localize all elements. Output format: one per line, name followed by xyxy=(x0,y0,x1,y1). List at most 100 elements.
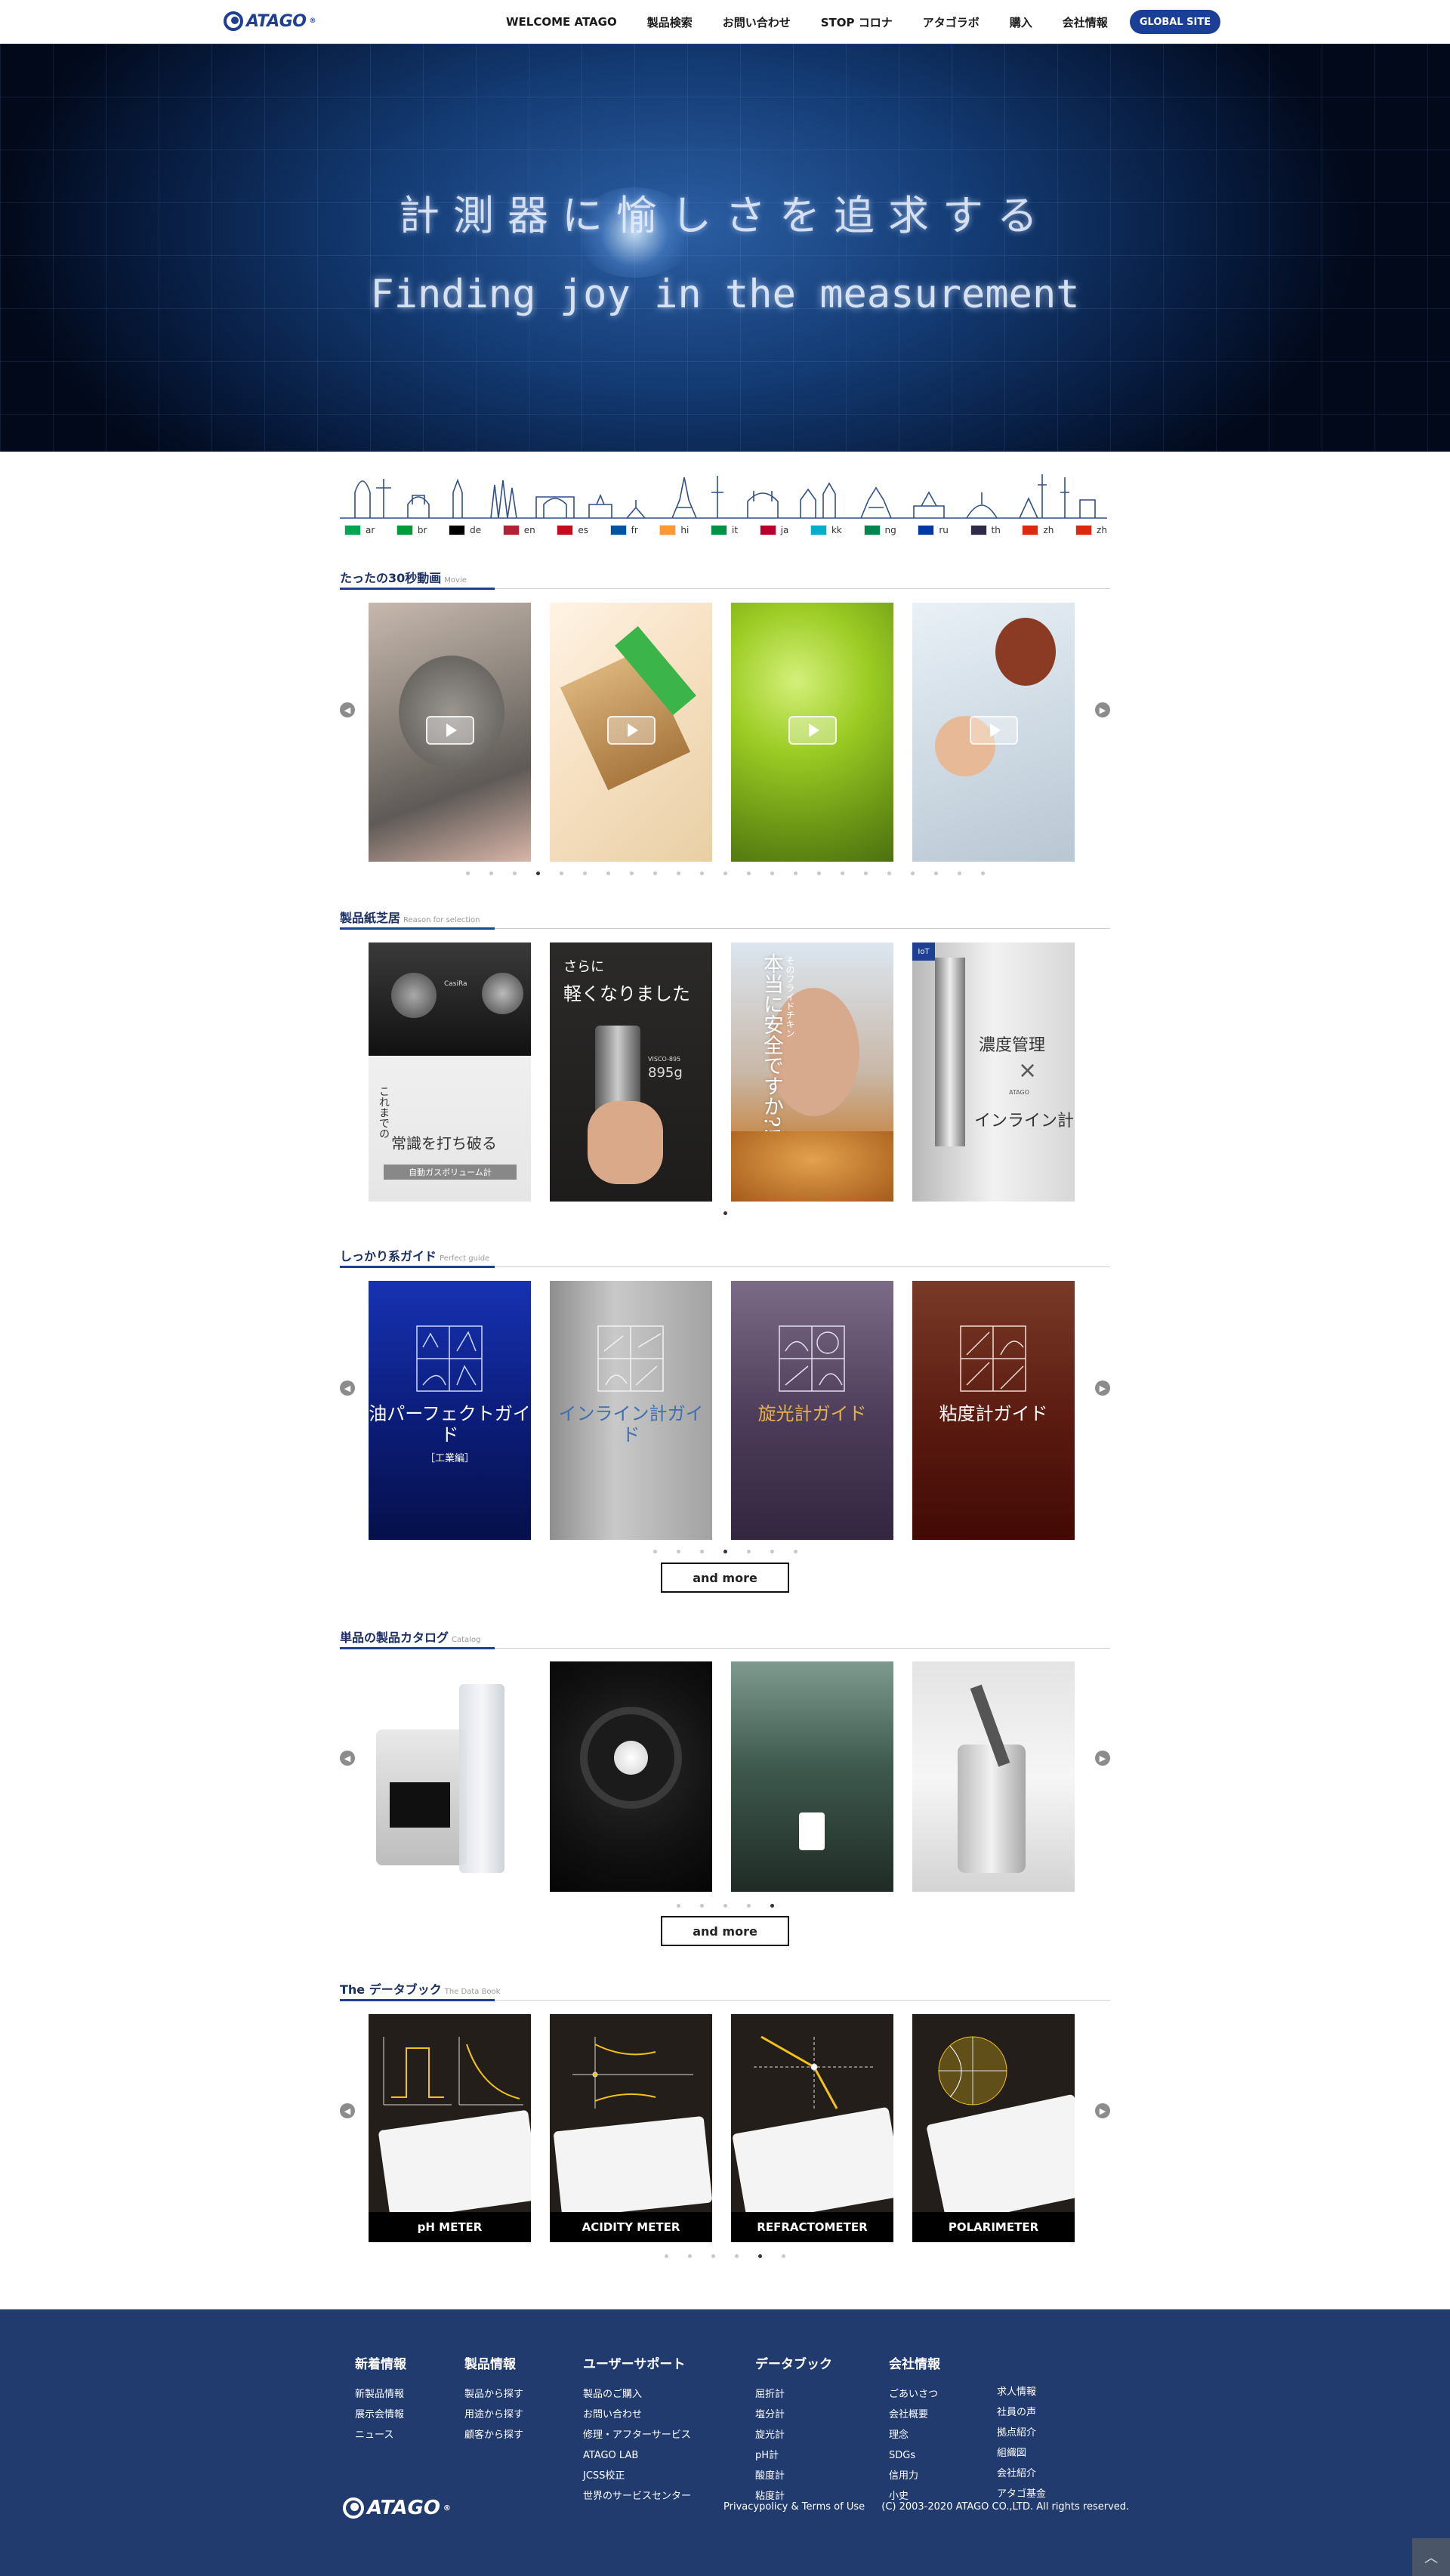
carousel-dot[interactable] xyxy=(746,1904,751,1908)
lang-kk[interactable]: kk xyxy=(810,525,842,535)
footer-link[interactable]: 会社概要 xyxy=(889,2405,940,2425)
carousel-dot-active[interactable] xyxy=(770,1904,774,1908)
carousel-dot[interactable] xyxy=(746,872,751,875)
privacy-policy-link[interactable]: Privacypolicy & Terms of Use xyxy=(723,2501,865,2513)
lang-zh-2[interactable]: zh xyxy=(1075,525,1107,535)
footer-link[interactable]: ニュース xyxy=(355,2425,406,2445)
carousel-dot[interactable] xyxy=(910,872,915,875)
footer-link[interactable]: 信用力 xyxy=(889,2466,940,2486)
carousel-dot[interactable] xyxy=(652,1550,657,1553)
carousel-dot-active[interactable] xyxy=(723,1211,727,1215)
lang-es[interactable]: es xyxy=(557,525,588,535)
shibai-card-lighter[interactable]: さらに 軽くなりました VISCO-895 895g xyxy=(550,942,712,1202)
carousel-dot-active[interactable] xyxy=(758,2254,762,2258)
lang-en[interactable]: en xyxy=(502,525,535,535)
footer-link[interactable]: 新製品情報 xyxy=(355,2384,406,2405)
guide-card-polarimeter[interactable]: 旋光計ガイド xyxy=(731,1281,893,1540)
carousel-dot[interactable] xyxy=(957,872,961,875)
carousel-dot[interactable] xyxy=(676,1904,680,1908)
carousel-dot[interactable] xyxy=(840,872,844,875)
guide-and-more-button[interactable]: and more xyxy=(661,1563,789,1593)
lang-ar[interactable]: ar xyxy=(344,525,375,535)
lang-it[interactable]: it xyxy=(711,525,738,535)
next-arrow-icon[interactable]: ▶ xyxy=(1095,1381,1110,1396)
footer-link[interactable]: 用途から探す xyxy=(464,2405,523,2425)
play-icon[interactable] xyxy=(607,716,656,745)
footer-heading[interactable]: ユーザーサポート xyxy=(583,2353,691,2372)
carousel-dot[interactable] xyxy=(699,1550,704,1553)
carousel-dot[interactable] xyxy=(582,872,587,875)
lang-ja[interactable]: ja xyxy=(759,525,788,535)
prev-arrow-icon[interactable]: ◀ xyxy=(340,1751,355,1766)
video-card-grapes[interactable] xyxy=(731,603,893,862)
lang-hi[interactable]: hi xyxy=(659,525,689,535)
footer-link[interactable]: 酸度計 xyxy=(755,2466,832,2486)
nav-atago-lab[interactable]: アタゴラボ xyxy=(908,14,995,30)
lang-th[interactable]: th xyxy=(970,525,1001,535)
back-to-top-chevron-up-icon[interactable]: ︿ xyxy=(1412,2538,1450,2576)
carousel-dot[interactable] xyxy=(723,872,727,875)
carousel-dot[interactable] xyxy=(863,872,868,875)
nav-product-search[interactable]: 製品検索 xyxy=(632,14,708,30)
databook-card-polarimeter[interactable]: POLARIMETER xyxy=(912,2014,1075,2242)
carousel-dot[interactable] xyxy=(676,1550,680,1553)
carousel-dot[interactable] xyxy=(933,872,938,875)
prev-arrow-icon[interactable]: ◀ xyxy=(340,702,355,717)
footer-link[interactable]: 展示会情報 xyxy=(355,2405,406,2425)
guide-card-viscometer[interactable]: 粘度計ガイド xyxy=(912,1281,1075,1540)
lang-zh[interactable]: zh xyxy=(1022,525,1054,535)
carousel-dot[interactable] xyxy=(770,872,774,875)
prev-arrow-icon[interactable]: ◀ xyxy=(340,2103,355,2118)
play-icon[interactable] xyxy=(426,716,474,745)
footer-link[interactable]: 求人情報 xyxy=(997,2382,1046,2402)
footer-heading[interactable]: 新着情報 xyxy=(355,2353,406,2372)
next-arrow-icon[interactable]: ▶ xyxy=(1095,702,1110,717)
carousel-dot[interactable] xyxy=(699,1904,704,1908)
lang-ng[interactable]: ng xyxy=(863,525,896,535)
carousel-dot[interactable] xyxy=(711,2254,715,2258)
footer-link[interactable]: お問い合わせ xyxy=(583,2405,691,2425)
catalog-card-pocket[interactable] xyxy=(731,1661,893,1892)
footer-link[interactable]: 顧客から探す xyxy=(464,2425,523,2445)
carousel-dot[interactable] xyxy=(652,872,657,875)
carousel-dot[interactable] xyxy=(782,2254,785,2258)
catalog-card-probe[interactable] xyxy=(912,1661,1075,1892)
carousel-dot-active[interactable] xyxy=(535,872,540,875)
lang-de[interactable]: de xyxy=(449,525,481,535)
footer-link[interactable]: 製品のご購入 xyxy=(583,2384,691,2405)
carousel-dot[interactable] xyxy=(816,872,821,875)
carousel-dot[interactable] xyxy=(770,1550,774,1553)
footer-logo[interactable]: ATAGO ® xyxy=(343,2497,451,2519)
next-arrow-icon[interactable]: ▶ xyxy=(1095,1751,1110,1766)
lang-fr[interactable]: fr xyxy=(609,525,638,535)
carousel-dot[interactable] xyxy=(887,872,891,875)
footer-link[interactable]: 屈折計 xyxy=(755,2384,832,2405)
carousel-dot[interactable] xyxy=(629,872,634,875)
carousel-dot[interactable] xyxy=(676,872,680,875)
lang-br[interactable]: br xyxy=(396,525,427,535)
atago-logo[interactable]: ATAGO ® xyxy=(224,11,316,31)
nav-contact[interactable]: お問い合わせ xyxy=(708,14,806,30)
prev-arrow-icon[interactable]: ◀ xyxy=(340,1381,355,1396)
carousel-dot[interactable] xyxy=(793,872,798,875)
shibai-card-gas-volume[interactable]: CasiRa これまでの 常識を打ち破る 自動ガスボリューム計 xyxy=(369,942,531,1202)
carousel-dot[interactable] xyxy=(512,872,517,875)
carousel-dot[interactable] xyxy=(606,872,610,875)
play-icon[interactable] xyxy=(788,716,837,745)
carousel-dot[interactable] xyxy=(746,1550,751,1553)
footer-link[interactable]: JCSS校正 xyxy=(583,2466,691,2486)
lang-ru[interactable]: ru xyxy=(918,525,949,535)
databook-card-refractometer[interactable]: REFRACTOMETER xyxy=(731,2014,893,2242)
carousel-dot[interactable] xyxy=(735,2254,739,2258)
footer-link[interactable]: ATAGO LAB xyxy=(583,2445,691,2466)
footer-link[interactable]: 旋光計 xyxy=(755,2425,832,2445)
footer-link[interactable]: 製品から探す xyxy=(464,2384,523,2405)
databook-card-ph[interactable]: pH METER xyxy=(369,2014,531,2242)
carousel-dot[interactable] xyxy=(665,2254,668,2258)
carousel-dot[interactable] xyxy=(688,2254,692,2258)
video-card-sanitizer[interactable] xyxy=(912,603,1075,862)
carousel-dot[interactable] xyxy=(559,872,563,875)
footer-link[interactable]: 塩分計 xyxy=(755,2405,832,2425)
nav-purchase[interactable]: 購入 xyxy=(995,14,1047,30)
global-site-button[interactable]: GLOBAL SITE xyxy=(1130,10,1220,34)
